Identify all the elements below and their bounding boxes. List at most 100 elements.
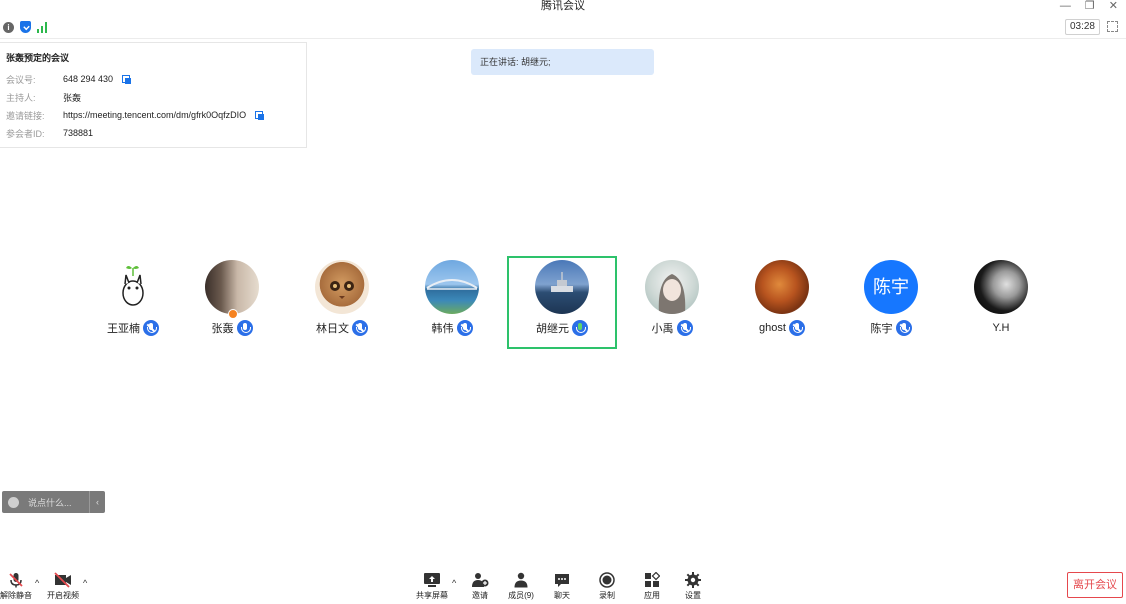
mic-muted-icon [788,320,805,336]
copy-icon[interactable] [255,110,265,120]
avatar [535,260,589,314]
share-screen-button[interactable]: 共享屏幕 [414,572,450,601]
participant-name-row: 林日文 [287,319,397,337]
host-badge-icon [228,309,238,319]
info-icon[interactable]: i [3,21,14,33]
meeting-id-label: 会议号: [6,74,36,85]
participant-name: Y.H [992,322,1010,334]
bridge-icon [426,279,478,290]
unmute-label: 解除静音 [0,591,32,600]
status-icons: i [3,21,50,33]
leave-meeting-button[interactable]: 离开会议 [1067,572,1123,598]
participant-id-value: 738881 [63,128,94,138]
invite-link-value[interactable]: https://meeting.tencent.com/dm/gfrk0Oqfz… [63,110,246,120]
copy-icon[interactable] [122,74,132,84]
participant-tile[interactable]: 张轰 [177,260,287,337]
mic-muted-icon [352,320,368,336]
chat-placeholder: 说点什么... [28,497,72,508]
avatar [425,260,479,314]
chat-button[interactable]: 聊天 [544,572,580,601]
gear-icon [675,572,711,588]
record-icon [589,572,625,588]
chevron-up-icon[interactable]: ^ [452,578,456,588]
participant-tile[interactable]: 林日文 [287,260,397,337]
add-user-icon [462,572,498,588]
meeting-info-title: 张轰预定的会议 [6,53,70,63]
settings-button[interactable]: 设置 [675,572,711,601]
meeting-timer: 03:28 [1064,19,1100,35]
unmute-button[interactable]: 解除静音 [0,572,34,601]
signal-icon[interactable] [37,21,50,33]
status-bar: i 03:28 [0,17,1126,39]
participant-tile[interactable]: ghost [727,260,837,337]
mic-speaking-icon [572,320,588,336]
avatar-text: 陈宇 [864,260,918,314]
apps-grid-icon [634,571,670,588]
participant-name-row: 胡继元 [507,319,617,337]
apps-button[interactable]: 应用 [634,571,670,601]
mic-muted-icon [676,320,693,336]
start-video-button[interactable]: 开启视频 [45,572,81,601]
avatar [645,260,699,314]
apps-label: 应用 [644,591,660,600]
chat-input[interactable]: 说点什么... ‹ [2,491,105,513]
participant-name-row: 张轰 [177,319,287,337]
girl-icon [658,274,686,314]
mic-muted-icon [895,320,912,336]
invite-button[interactable]: 邀请 [462,572,498,601]
record-button[interactable]: 录制 [589,572,625,601]
speaking-banner: 正在讲话: 胡继元; [471,49,654,75]
record-label: 录制 [599,591,615,600]
participant-tile-active[interactable]: 胡继元 [507,260,617,337]
mic-muted-icon [456,320,473,336]
totoro-icon [122,266,144,306]
restore-icon[interactable]: ❐ [1085,0,1095,12]
participant-tile[interactable]: 小禹 [617,260,727,337]
user-icon [503,572,539,588]
meeting-info-card: 张轰预定的会议 会议号: 648 294 430 主持人: 张轰 邀请链接: h… [0,42,307,148]
app-title: 腾讯会议 [541,0,585,12]
invite-label: 邀请 [472,591,488,600]
participant-tile[interactable]: 王亚楠 [78,260,188,337]
avatar [974,260,1028,314]
minimize-icon[interactable]: — [1060,0,1071,12]
participant-name: 胡继元 [536,323,569,335]
participant-name: 林日文 [316,323,349,335]
participant-name: 韩伟 [431,323,454,335]
participant-tile[interactable]: 韩伟 [397,260,507,337]
close-icon[interactable]: ✕ [1109,0,1118,12]
participant-name-row: 王亚楠 [78,319,188,337]
participant-name-row: Y.H [946,319,1056,337]
participant-name-row: 陈宇 [836,319,946,337]
chevron-up-icon[interactable]: ^ [35,578,39,588]
participant-tile[interactable]: Y.H [946,260,1056,337]
collapse-chevron-icon[interactable]: ‹ [89,491,105,513]
shield-icon[interactable] [20,21,31,33]
mic-icon [236,320,253,336]
settings-label: 设置 [685,591,701,600]
cat-icon [330,281,354,299]
host-label: 主持人: [6,92,36,103]
participant-name: 张轰 [211,323,234,335]
title-bar: 腾讯会议 — ❐ ✕ [0,0,1126,14]
video-off-icon [45,572,81,588]
chat-label: 聊天 [554,591,570,600]
participant-name: 小禹 [651,323,674,335]
participant-name-row: 韩伟 [397,319,507,337]
window-controls: — ❐ ✕ [1060,0,1118,12]
participant-name: 陈宇 [870,323,893,335]
mic-muted-icon [143,320,159,336]
participant-name-row: ghost [727,319,837,337]
participant-name-row: 小禹 [617,319,727,337]
fullscreen-icon[interactable] [1107,21,1118,32]
members-button[interactable]: 成员(9) [503,572,539,601]
participant-id-label: 参会者ID: [6,128,45,139]
chat-bubble-icon [544,572,580,588]
avatar [755,260,809,314]
avatar [315,260,369,314]
avatar [205,260,259,314]
chevron-up-icon[interactable]: ^ [83,578,87,588]
invite-link-row: 邀请链接: https://meeting.tencent.com/dm/gfr… [6,106,306,124]
emoji-icon[interactable] [8,496,19,508]
participant-tile[interactable]: 陈宇 陈宇 [836,260,946,337]
